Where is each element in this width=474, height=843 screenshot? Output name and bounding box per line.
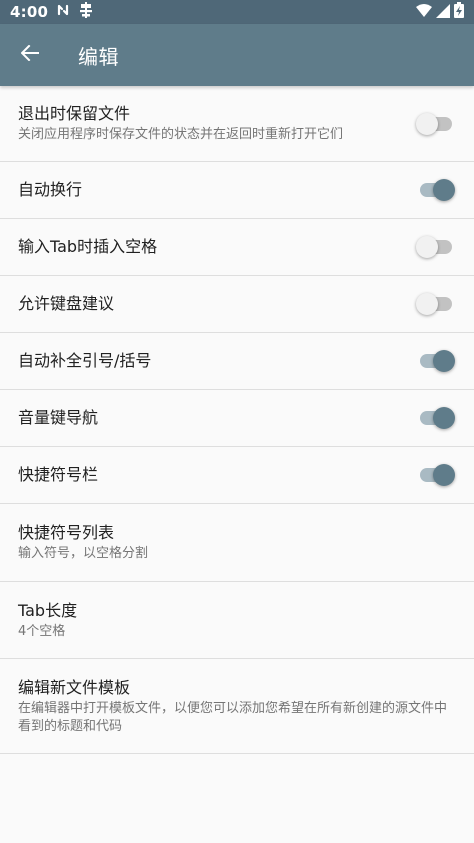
toggle-thumb [416,236,438,258]
setting-symbol-list[interactable]: 快捷符号列表 输入符号，以空格分割 [0,504,474,582]
setting-summary: 在编辑器中打开模板文件，以便您可以添加您希望在所有新创建的源文件中看到的标题和代… [18,700,448,734]
setting-text: 快捷符号列表 输入符号，以空格分割 [18,522,456,563]
settings-list: 退出时保留文件 关闭应用程序时保存文件的状态并在返回时重新打开它们 自动换行 输… [0,86,474,754]
setting-title: 编辑新文件模板 [18,677,131,697]
setting-summary: 关闭应用程序时保存文件的状态并在返回时重新打开它们 [18,127,344,142]
setting-keyboard-suggestions[interactable]: 允许键盘建议 [0,276,474,333]
setting-word-wrap[interactable]: 自动换行 [0,162,474,219]
setting-summary: 4个空格 [18,623,66,639]
setting-text: 退出时保留文件 关闭应用程序时保存文件的状态并在返回时重新打开它们 [18,103,418,144]
status-right-icons [416,2,464,22]
setting-title: 退出时保留文件 [18,104,131,123]
wifi-icon [416,3,432,22]
status-bar: 4:00 [0,0,474,24]
setting-text: 自动换行 [18,179,418,201]
setting-title: 输入Tab时插入空格 [18,237,158,256]
setting-text: 音量键导航 [18,407,418,429]
status-left-icons [56,2,94,22]
keyboard-suggestions-toggle[interactable] [416,292,456,316]
setting-title: 自动换行 [18,180,83,199]
symbol-bar-toggle[interactable] [418,463,456,487]
keep-files-toggle[interactable] [416,112,456,136]
page-title: 编辑 [78,44,119,69]
toggle-thumb [433,407,455,429]
arrow-back-icon [20,44,39,65]
setting-title: 快捷符号栏 [18,465,99,484]
setting-tab-insert-spaces[interactable]: 输入Tab时插入空格 [0,219,474,276]
word-wrap-toggle[interactable] [418,178,456,202]
setting-symbol-bar[interactable]: 快捷符号栏 [0,447,474,504]
setting-auto-close-brackets[interactable]: 自动补全引号/括号 [0,333,474,390]
toggle-thumb [433,179,455,201]
volume-key-navigation-toggle[interactable] [418,406,456,430]
setting-text: 输入Tab时插入空格 [18,236,418,258]
tab-insert-spaces-toggle[interactable] [416,235,456,259]
sync-icon [56,2,70,22]
back-button[interactable] [2,27,58,83]
setting-text: 自动补全引号/括号 [18,350,418,372]
toggle-thumb [433,464,455,486]
setting-text: 允许键盘建议 [18,293,418,315]
setting-new-file-template[interactable]: 编辑新文件模板 在编辑器中打开模板文件，以便您可以添加您希望在所有新创建的源文件… [0,659,474,754]
toggle-thumb [416,293,438,315]
setting-text: 快捷符号栏 [18,464,418,486]
setting-summary: 输入符号，以空格分割 [18,546,149,561]
setting-title: 允许键盘建议 [18,294,115,313]
setting-volume-key-navigation[interactable]: 音量键导航 [0,390,474,447]
battery-charging-icon [454,2,464,22]
setting-text: 编辑新文件模板 在编辑器中打开模板文件，以便您可以添加您希望在所有新创建的源文件… [18,677,456,736]
setting-title: 快捷符号列表 [18,523,115,542]
bug-icon [78,2,94,22]
setting-title: 自动补全引号/括号 [18,351,152,370]
toggle-thumb [416,112,438,135]
setting-title: 音量键导航 [18,408,99,427]
signal-icon [436,3,450,22]
auto-close-brackets-toggle[interactable] [418,349,456,373]
setting-tab-length[interactable]: Tab长度 4个空格 [0,582,474,659]
setting-text: Tab长度 4个空格 [18,600,456,641]
setting-title: Tab长度 [18,600,78,620]
toggle-thumb [433,350,455,372]
setting-keep-files-on-exit[interactable]: 退出时保留文件 关闭应用程序时保存文件的状态并在返回时重新打开它们 [0,86,474,162]
app-bar: 编辑 [0,24,474,86]
status-time: 4:00 [10,3,49,21]
